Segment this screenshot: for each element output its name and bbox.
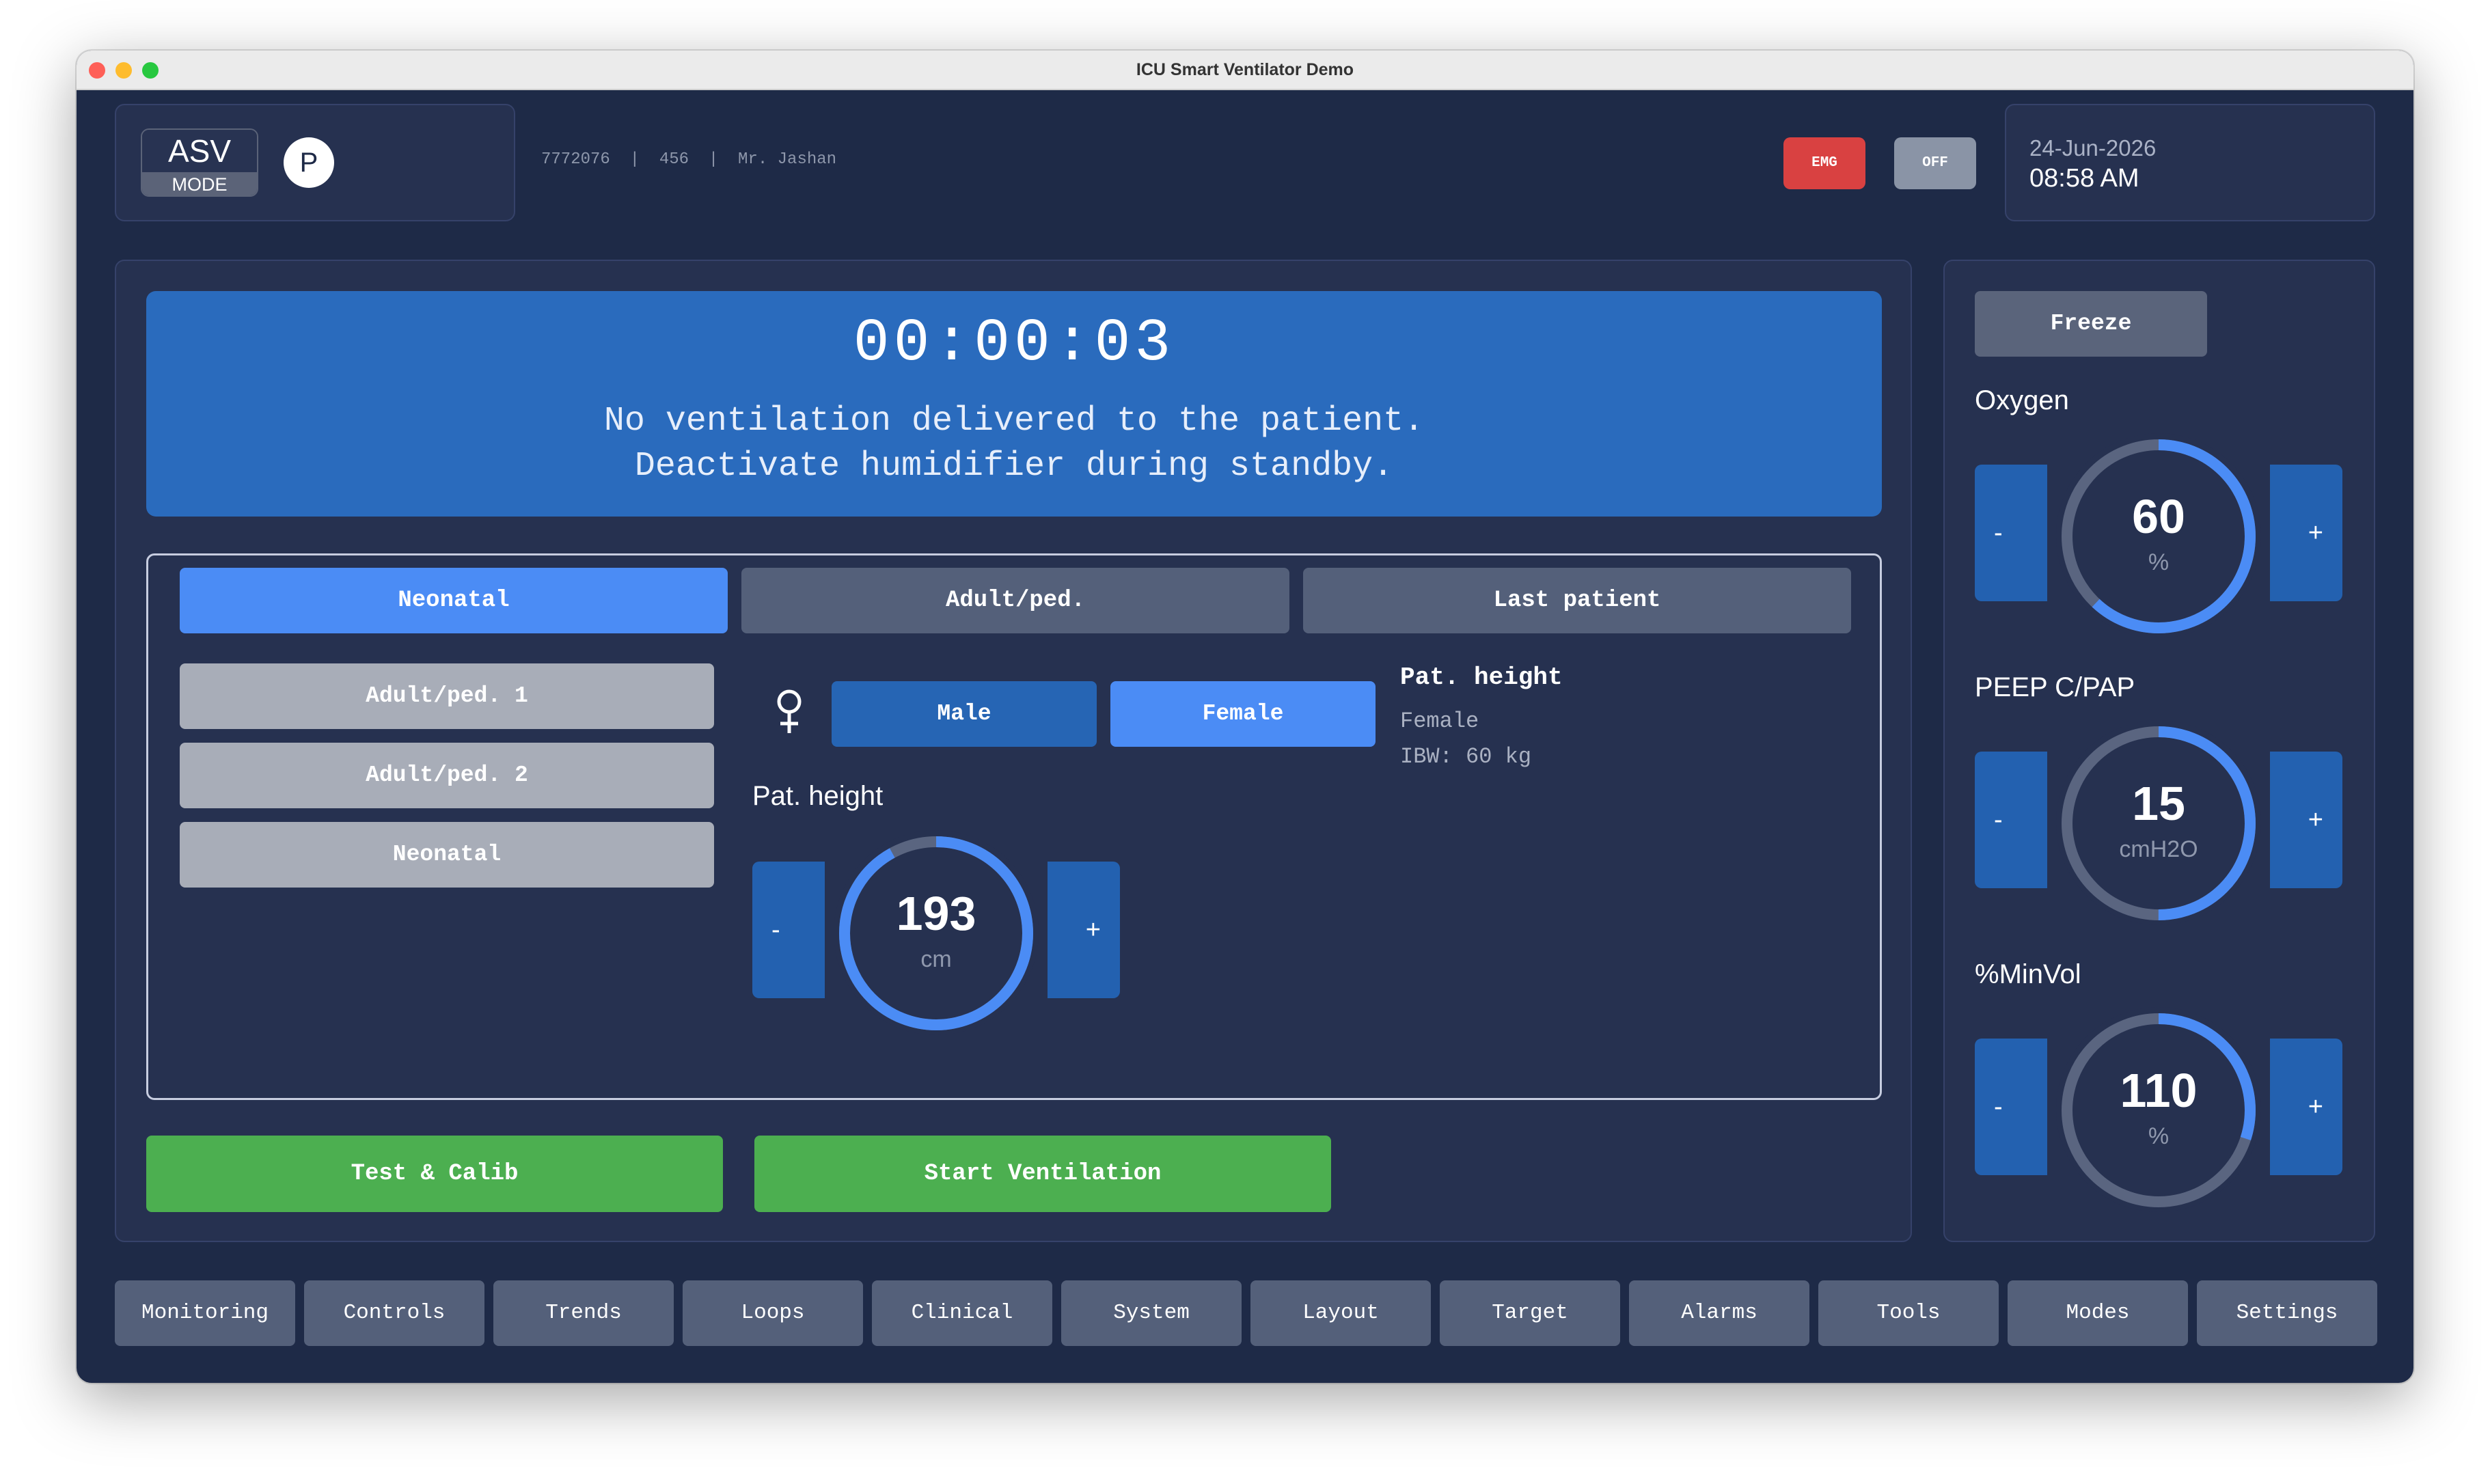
emergency-button[interactable]: EMG xyxy=(1783,137,1865,189)
start-ventilation-button[interactable]: Start Ventilation xyxy=(754,1136,1331,1212)
summary-title: Pat. height xyxy=(1400,663,1563,691)
minvol-decrease-button[interactable]: - xyxy=(1975,1039,2047,1175)
standby-timer: 00:00:03 xyxy=(853,310,1175,378)
datetime-panel: 24-Jun-2026 08:58 AM xyxy=(2005,104,2375,221)
nav-layout[interactable]: Layout xyxy=(1250,1280,1431,1346)
summary-gender: Female xyxy=(1400,709,1479,734)
minvol-knob[interactable]: - + 110 % xyxy=(1975,1007,2342,1212)
tab-adult-ped[interactable]: Adult/ped. xyxy=(741,568,1289,633)
peep-knob[interactable]: - + 15 cmH2O xyxy=(1975,720,2342,925)
nav-tools[interactable]: Tools xyxy=(1818,1280,1999,1346)
nav-trends[interactable]: Trends xyxy=(493,1280,674,1346)
female-symbol-icon xyxy=(777,689,802,733)
peep-value: 15 xyxy=(2132,777,2185,830)
oxygen-label: Oxygen xyxy=(1975,385,2069,415)
mode-panel: ASV MODE P xyxy=(115,104,515,221)
mode-indicator[interactable]: ASV MODE xyxy=(141,128,258,197)
nav-modes[interactable]: Modes xyxy=(2008,1280,2188,1346)
app-window: ICU Smart Ventilator Demo ASV MODE P 777… xyxy=(77,51,2413,1383)
preset-adult-ped-1[interactable]: Adult/ped. 1 xyxy=(180,663,714,729)
freeze-button[interactable]: Freeze xyxy=(1975,291,2207,357)
mode-label: MODE xyxy=(142,172,257,195)
nav-monitoring[interactable]: Monitoring xyxy=(115,1280,295,1346)
height-decrease-button[interactable]: - xyxy=(752,862,825,998)
minvol-unit: % xyxy=(2148,1123,2170,1149)
nav-controls[interactable]: Controls xyxy=(304,1280,484,1346)
controls-panel: Freeze Oxygen - + 60 % PEEP C/PAP - + 15… xyxy=(1943,260,2375,1242)
male-button[interactable]: Male xyxy=(832,681,1097,747)
standby-banner: 00:00:03 No ventilation delivered to the… xyxy=(146,291,1882,517)
title-bar: ICU Smart Ventilator Demo xyxy=(77,51,2413,90)
oxygen-unit: % xyxy=(2148,549,2170,575)
patient-info: 7772076 | 456 | Mr. Jashan xyxy=(541,150,837,169)
oxygen-knob[interactable]: - + 60 % xyxy=(1975,433,2342,638)
minvol-value: 110 xyxy=(2120,1064,2198,1117)
window-title: ICU Smart Ventilator Demo xyxy=(1136,60,1354,79)
nav-target[interactable]: Target xyxy=(1440,1280,1620,1346)
patient-type-badge: P xyxy=(284,137,334,188)
date-display: 24-Jun-2026 xyxy=(2029,135,2157,161)
nav-alarms[interactable]: Alarms xyxy=(1629,1280,1809,1346)
mode-name: ASV xyxy=(142,130,257,172)
minvol-increase-button[interactable]: + xyxy=(2270,1039,2342,1175)
oxygen-decrease-button[interactable]: - xyxy=(1975,465,2047,601)
height-unit: cm xyxy=(920,946,952,972)
patient-setup-group: Neonatal Adult/ped. Last patient Adult/p… xyxy=(146,553,1882,1100)
peep-label: PEEP C/PAP xyxy=(1975,672,2135,702)
tab-last-patient[interactable]: Last patient xyxy=(1303,568,1851,633)
peep-decrease-button[interactable]: - xyxy=(1975,752,2047,888)
main-panel: 00:00:03 No ventilation delivered to the… xyxy=(115,260,1912,1242)
height-label: Pat. height xyxy=(752,781,884,811)
height-value: 193 xyxy=(896,887,976,940)
peep-increase-button[interactable]: + xyxy=(2270,752,2342,888)
standby-message-line-2: Deactivate humidifier during standby. xyxy=(634,447,1394,486)
minvol-label: %MinVol xyxy=(1975,959,2081,989)
height-increase-button[interactable]: + xyxy=(1048,862,1120,998)
standby-message-line-1: No ventilation delivered to the patient. xyxy=(603,402,1425,441)
summary-ibw: IBW: 60 kg xyxy=(1400,744,1532,769)
time-display: 08:58 AM xyxy=(2029,164,2139,193)
oxygen-increase-button[interactable]: + xyxy=(2270,465,2342,601)
nav-clinical[interactable]: Clinical xyxy=(872,1280,1052,1346)
test-calib-button[interactable]: Test & Calib xyxy=(146,1136,723,1212)
preset-adult-ped-2[interactable]: Adult/ped. 2 xyxy=(180,743,714,808)
peep-unit: cmH2O xyxy=(2119,836,2198,862)
tab-neonatal[interactable]: Neonatal xyxy=(180,568,728,633)
nav-settings[interactable]: Settings xyxy=(2197,1280,2377,1346)
power-off-button[interactable]: OFF xyxy=(1894,137,1976,189)
nav-system[interactable]: System xyxy=(1061,1280,1242,1346)
preset-neonatal[interactable]: Neonatal xyxy=(180,822,714,888)
nav-loops[interactable]: Loops xyxy=(683,1280,863,1346)
female-button[interactable]: Female xyxy=(1110,681,1376,747)
height-knob[interactable]: - + 193 cm xyxy=(752,830,1120,1035)
oxygen-value: 60 xyxy=(2132,490,2185,543)
